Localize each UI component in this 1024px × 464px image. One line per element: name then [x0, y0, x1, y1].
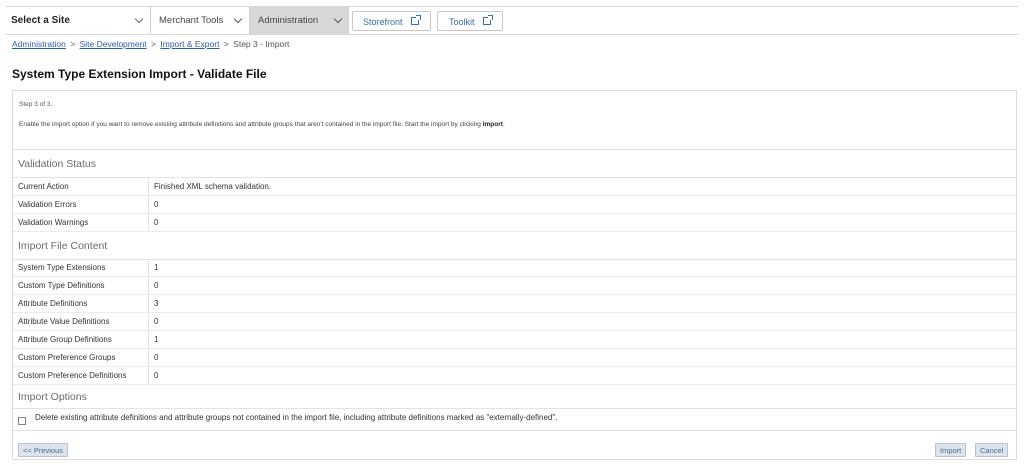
row-label: Current Action: [13, 178, 149, 195]
top-navigation: Select a Site Merchant Tools Administrat…: [6, 6, 1018, 35]
breadcrumb-separator: >: [151, 39, 157, 49]
breadcrumb-link-import-export[interactable]: Import & Export: [160, 39, 219, 49]
table-row: Custom Preference Groups 0: [13, 349, 1016, 367]
row-label: Validation Warnings: [13, 214, 149, 231]
breadcrumb-link-administration[interactable]: Administration: [12, 39, 66, 49]
row-label: Attribute Definitions: [13, 295, 149, 312]
table-row: Custom Type Definitions 0: [13, 277, 1016, 295]
chevron-down-icon: [233, 14, 243, 24]
delete-existing-checkbox[interactable]: [18, 417, 26, 425]
section-title: Import Options: [18, 391, 87, 403]
row-label: Attribute Group Definitions: [13, 331, 149, 348]
previous-button[interactable]: << Previous: [18, 443, 69, 457]
table-row: Attribute Value Definitions 0: [13, 313, 1016, 331]
chevron-down-icon: [134, 14, 144, 24]
import-panel: Step 3 of 3. Enable the import option if…: [12, 90, 1017, 460]
table-row: Attribute Definitions 3: [13, 295, 1016, 313]
row-value: 0: [154, 281, 159, 290]
intro-description-import: Import: [482, 121, 503, 128]
external-link-icon: [411, 15, 421, 25]
breadcrumb-link-site-development[interactable]: Site Development: [80, 39, 147, 49]
breadcrumb: Administration > Site Development > Impo…: [12, 39, 289, 49]
page-title: System Type Extension Import - Validate …: [12, 67, 267, 81]
toolkit-button[interactable]: Toolkit: [437, 11, 503, 31]
chevron-down-icon: [333, 14, 343, 24]
breadcrumb-separator: >: [70, 39, 76, 49]
intro-description-end: .: [502, 121, 505, 128]
menu-label: Merchant Tools: [159, 15, 224, 26]
step-indicator: Step 3 of 3.: [19, 101, 53, 108]
row-value: 0: [154, 353, 159, 362]
site-selector[interactable]: Select a Site: [6, 7, 151, 34]
breadcrumb-separator: >: [223, 39, 229, 49]
storefront-button[interactable]: Storefront: [352, 11, 431, 31]
delete-option-row: Delete existing attribute definitions an…: [13, 409, 1016, 431]
import-button[interactable]: Import: [935, 443, 967, 457]
import-file-content-section: Import File Content: [13, 232, 1016, 260]
row-label: Custom Type Definitions: [13, 277, 149, 294]
cancel-button[interactable]: Cancel: [975, 443, 1009, 457]
row-value: 0: [154, 200, 159, 209]
row-label: Validation Errors: [13, 196, 149, 213]
table-row: Current Action Finished XML schema valid…: [13, 178, 1016, 196]
row-value: Finished XML schema validation.: [154, 182, 272, 191]
menu-administration[interactable]: Administration: [250, 7, 349, 34]
import-options-section: Import Options: [13, 385, 1016, 409]
row-label: Custom Preference Groups: [13, 349, 149, 366]
table-row: System Type Extensions 1: [13, 259, 1016, 277]
menu-merchant-tools[interactable]: Merchant Tools: [151, 7, 250, 34]
row-value: 3: [154, 299, 159, 308]
external-link-icon: [483, 15, 493, 25]
row-label: Custom Preference Definitions: [13, 367, 149, 384]
validation-status-section: Validation Status: [13, 150, 1016, 178]
menu-label: Administration: [258, 15, 319, 26]
row-value: 0: [154, 317, 159, 326]
section-title: Validation Status: [18, 158, 97, 170]
storefront-label: Storefront: [363, 17, 403, 27]
section-title: Import File Content: [18, 240, 108, 252]
row-value: 1: [154, 335, 159, 344]
row-value: 1: [154, 263, 159, 272]
breadcrumb-current: Step 3 - Import: [233, 39, 290, 49]
site-selector-label: Select a Site: [11, 15, 70, 26]
table-row: Validation Warnings 0: [13, 214, 1016, 232]
delete-existing-label: Delete existing attribute definitions an…: [35, 413, 558, 422]
intro-description-text: Enable the import option if you want to …: [19, 121, 483, 128]
row-value: 0: [154, 218, 159, 227]
table-row: Attribute Group Definitions 1: [13, 331, 1016, 349]
row-label: Attribute Value Definitions: [13, 313, 149, 330]
table-row: Validation Errors 0: [13, 196, 1016, 214]
toolkit-label: Toolkit: [449, 17, 475, 27]
intro-box: Step 3 of 3. Enable the import option if…: [13, 91, 1016, 150]
row-value: 0: [154, 371, 159, 380]
table-row: Custom Preference Definitions 0: [13, 367, 1016, 385]
row-label: System Type Extensions: [13, 259, 149, 276]
intro-description: Enable the import option if you want to …: [19, 121, 505, 128]
